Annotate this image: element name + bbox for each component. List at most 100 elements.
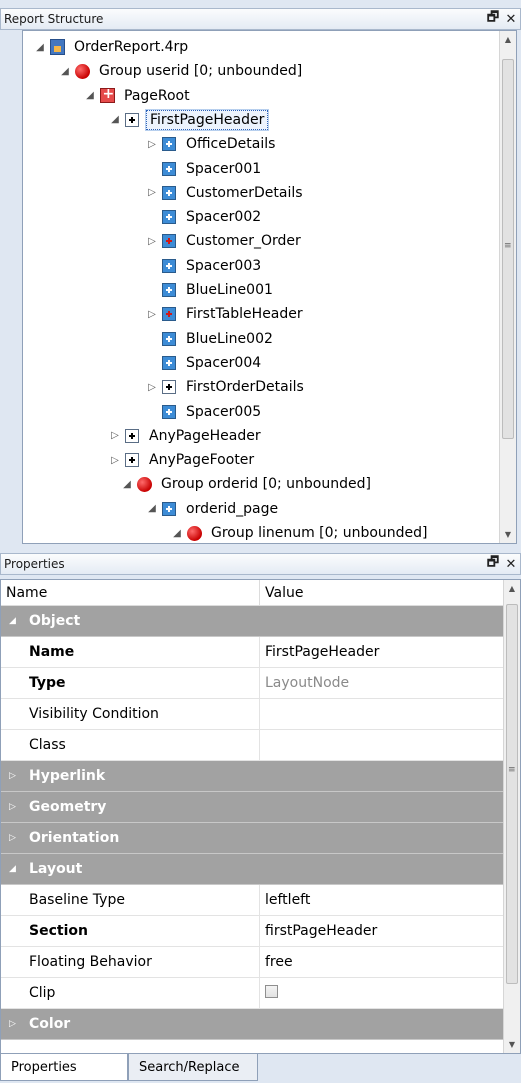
- property-name: Clip: [1, 978, 260, 1008]
- tree-node[interactable]: Spacer005: [145, 400, 264, 424]
- property-value[interactable]: leftleft: [260, 892, 310, 908]
- collapsed-arrow-icon[interactable]: ▷: [145, 382, 159, 393]
- category-color[interactable]: ▷ Color: [1, 1009, 504, 1040]
- tree-node-label[interactable]: Spacer001: [183, 160, 264, 178]
- tree-node[interactable]: Spacer002: [145, 205, 264, 229]
- layout-node-blue-icon: [161, 282, 177, 298]
- collapsed-arrow-icon[interactable]: ▷: [108, 430, 122, 441]
- tree-node[interactable]: ◢ orderid_page: [145, 497, 281, 521]
- tree-node[interactable]: ◢ FirstPageHeader: [108, 108, 270, 132]
- property-row-floating-behavior[interactable]: Floating Behavior free: [1, 947, 504, 978]
- property-name: Name: [1, 637, 260, 667]
- property-row-visibility-condition[interactable]: Visibility Condition: [1, 699, 504, 730]
- tree-node-label[interactable]: PageRoot: [121, 87, 193, 105]
- float-window-icon[interactable]: 🗗: [484, 8, 502, 30]
- properties-grid: Name Value ◢ Object Name FirstPageHeader…: [0, 579, 521, 1054]
- category-hyperlink[interactable]: ▷ Hyperlink: [1, 761, 504, 792]
- tree-node[interactable]: ▷ AnyPageFooter: [108, 448, 257, 472]
- tree-node[interactable]: ◢ PageRoot: [83, 84, 193, 108]
- tree-node[interactable]: ▷ AnyPageHeader: [108, 424, 264, 448]
- clip-checkbox[interactable]: [265, 984, 278, 998]
- tree-node-label[interactable]: CustomerDetails: [183, 184, 306, 202]
- scroll-down-arrow-icon[interactable]: ▼: [500, 526, 516, 543]
- tab-search-replace[interactable]: Search/Replace: [128, 1054, 258, 1081]
- collapsed-arrow-icon[interactable]: ▷: [145, 139, 159, 150]
- tree-node[interactable]: ▷ CustomerDetails: [145, 181, 306, 205]
- expanded-arrow-icon[interactable]: ◢: [58, 66, 72, 77]
- tree-node-label[interactable]: FirstTableHeader: [183, 305, 306, 323]
- scroll-up-arrow-icon[interactable]: ▲: [504, 580, 520, 597]
- tree-node-label[interactable]: BlueLine002: [183, 330, 276, 348]
- group-icon: [186, 525, 202, 541]
- expanded-arrow-icon[interactable]: ◢: [33, 42, 47, 53]
- tree-node[interactable]: ▷ FirstOrderDetails: [145, 375, 307, 399]
- tree-node[interactable]: Spacer001: [145, 157, 264, 181]
- bottom-tab-strip: Properties Search/Replace: [0, 1054, 521, 1083]
- category-layout[interactable]: ◢ Layout: [1, 854, 504, 885]
- column-value-header[interactable]: Value: [260, 585, 303, 601]
- tree-node-label[interactable]: Spacer005: [183, 403, 264, 421]
- scroll-down-arrow-icon[interactable]: ▼: [504, 1036, 520, 1053]
- category-orientation[interactable]: ▷ Orientation: [1, 823, 504, 854]
- tree-node-label[interactable]: orderid_page: [183, 500, 281, 518]
- category-object[interactable]: ◢ Object: [1, 606, 504, 637]
- tree-node-label[interactable]: OfficeDetails: [183, 135, 278, 153]
- tree-node-label[interactable]: Group orderid [0; unbounded]: [158, 475, 374, 493]
- expanded-arrow-icon[interactable]: ◢: [108, 114, 122, 125]
- property-row-type[interactable]: Type LayoutNode: [1, 668, 504, 699]
- property-row-section[interactable]: Section firstPageHeader: [1, 916, 504, 947]
- property-name: Type: [1, 668, 260, 698]
- tree-node[interactable]: ◢ Group linenum [0; unbounded]: [170, 521, 431, 543]
- collapsed-arrow-icon[interactable]: ▷: [108, 455, 122, 466]
- report-structure-tree[interactable]: ◢ OrderReport.4rp ◢ Group userid [0; unboun…: [22, 30, 517, 544]
- tree-node[interactable]: Spacer003: [145, 254, 264, 278]
- collapsed-arrow-icon[interactable]: ▷: [145, 187, 159, 198]
- tree-node-label[interactable]: FirstOrderDetails: [183, 378, 307, 396]
- tree-node-label[interactable]: Spacer003: [183, 257, 264, 275]
- tree-node-label[interactable]: AnyPageHeader: [146, 427, 264, 445]
- tab-properties[interactable]: Properties: [0, 1054, 128, 1081]
- property-row-baseline-type[interactable]: Baseline Type leftleft: [1, 885, 504, 916]
- property-row-name[interactable]: Name FirstPageHeader: [1, 637, 504, 668]
- tree-node-label[interactable]: Group linenum [0; unbounded]: [208, 524, 431, 542]
- properties-vertical-scrollbar[interactable]: ▲ ≡ ▼: [503, 580, 520, 1053]
- tree-node[interactable]: ▷ OfficeDetails: [145, 132, 278, 156]
- tree-node-label[interactable]: AnyPageFooter: [146, 451, 257, 469]
- close-icon[interactable]: ✕: [502, 12, 520, 27]
- scroll-thumb[interactable]: [506, 604, 518, 984]
- expanded-arrow-icon[interactable]: ◢: [170, 528, 184, 539]
- scroll-up-arrow-icon[interactable]: ▲: [500, 31, 516, 48]
- tree-node[interactable]: BlueLine001: [145, 278, 276, 302]
- tree-node-label[interactable]: FirstPageHeader: [144, 108, 270, 131]
- tree-node-label[interactable]: Customer_Order: [183, 232, 304, 250]
- tree-node[interactable]: ◢ Group orderid [0; unbounded]: [120, 472, 374, 496]
- close-icon[interactable]: ✕: [502, 557, 520, 572]
- property-name: Floating Behavior: [1, 947, 260, 977]
- tree-node[interactable]: ▷ FirstTableHeader: [145, 302, 306, 326]
- property-value[interactable]: free: [260, 954, 293, 970]
- collapsed-arrow-icon[interactable]: ▷: [145, 236, 159, 247]
- category-geometry[interactable]: ▷ Geometry: [1, 792, 504, 823]
- tree-node-label[interactable]: Spacer004: [183, 354, 264, 372]
- tree-node-label[interactable]: OrderReport.4rp: [71, 38, 191, 56]
- column-name-header[interactable]: Name: [1, 580, 260, 605]
- property-row-class[interactable]: Class: [1, 730, 504, 761]
- tree-node[interactable]: ◢ OrderReport.4rp: [33, 35, 191, 59]
- tree-node[interactable]: ◢ Group userid [0; unbounded]: [58, 59, 305, 83]
- property-value[interactable]: firstPageHeader: [260, 923, 377, 939]
- tree-node[interactable]: Spacer004: [145, 351, 264, 375]
- property-value[interactable]: FirstPageHeader: [260, 644, 379, 660]
- expanded-arrow-icon[interactable]: ◢: [145, 503, 159, 514]
- expanded-arrow-icon[interactable]: ◢: [120, 479, 134, 490]
- category-label: Hyperlink: [29, 768, 106, 784]
- expanded-arrow-icon[interactable]: ◢: [83, 90, 97, 101]
- tree-vertical-scrollbar[interactable]: ▲ ≡ ▼: [499, 31, 516, 543]
- float-window-icon[interactable]: 🗗: [484, 553, 502, 575]
- tree-node-label[interactable]: BlueLine001: [183, 281, 276, 299]
- tree-node-label[interactable]: Group userid [0; unbounded]: [96, 62, 305, 80]
- property-row-clip[interactable]: Clip: [1, 978, 504, 1009]
- tree-node[interactable]: ▷ Customer_Order: [145, 229, 304, 253]
- tree-node[interactable]: BlueLine002: [145, 327, 276, 351]
- collapsed-arrow-icon[interactable]: ▷: [145, 309, 159, 320]
- tree-node-label[interactable]: Spacer002: [183, 208, 264, 226]
